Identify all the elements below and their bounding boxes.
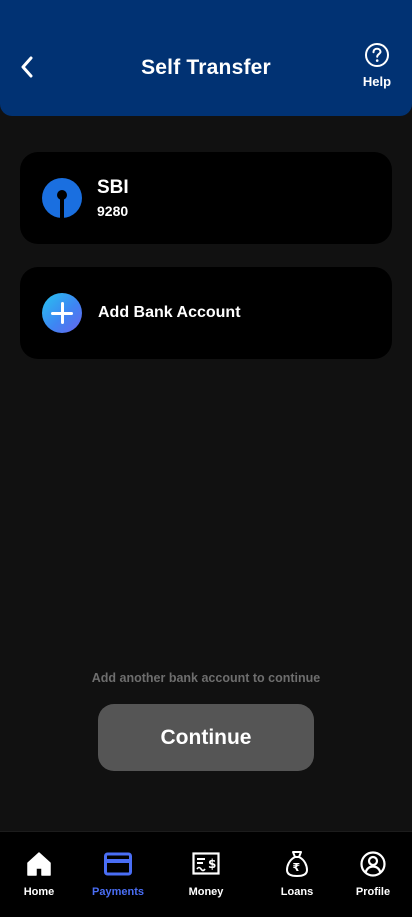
cheque-icon: $ <box>192 852 220 875</box>
nav-item-money[interactable]: $ Money <box>166 850 246 900</box>
nav-label-profile: Profile <box>355 886 391 898</box>
help-button[interactable]: Help <box>356 42 398 94</box>
nav-item-home[interactable]: Home <box>0 850 79 900</box>
svg-text:$: $ <box>208 857 216 871</box>
plus-icon <box>42 293 82 333</box>
nav-item-payments[interactable]: Payments <box>78 850 158 900</box>
hint-text: Add another bank account to continue <box>91 671 321 685</box>
nav-item-loans[interactable]: ₹ Loans <box>257 850 337 900</box>
help-label: Help <box>362 74 392 89</box>
nav-label-money: Money <box>188 886 224 898</box>
bank-account-card[interactable]: SBI 9280 <box>20 152 392 244</box>
bank-name: SBI <box>97 177 129 198</box>
home-icon <box>27 852 51 876</box>
account-number: 9280 <box>97 203 129 219</box>
nav-item-profile[interactable]: Profile <box>333 850 412 900</box>
sbi-logo-icon <box>42 178 82 218</box>
add-bank-account-button[interactable]: Add Bank Account <box>20 267 392 359</box>
continue-button[interactable]: Continue <box>98 704 314 771</box>
nav-label-home: Home <box>23 886 55 898</box>
app-header: Self Transfer Help <box>0 0 412 116</box>
bottom-nav: Home Payments $ Money ₹ Loans Profile <box>0 831 412 917</box>
nav-label-loans: Loans <box>280 886 314 898</box>
card-icon <box>104 852 132 876</box>
add-bank-account-label: Add Bank Account <box>98 304 241 321</box>
rupee-bag-icon: ₹ <box>285 851 309 878</box>
page-title: Self Transfer <box>141 56 271 79</box>
help-icon <box>365 43 389 67</box>
nav-label-payments: Payments <box>92 886 144 898</box>
svg-text:₹: ₹ <box>293 861 301 874</box>
user-icon <box>360 851 386 877</box>
